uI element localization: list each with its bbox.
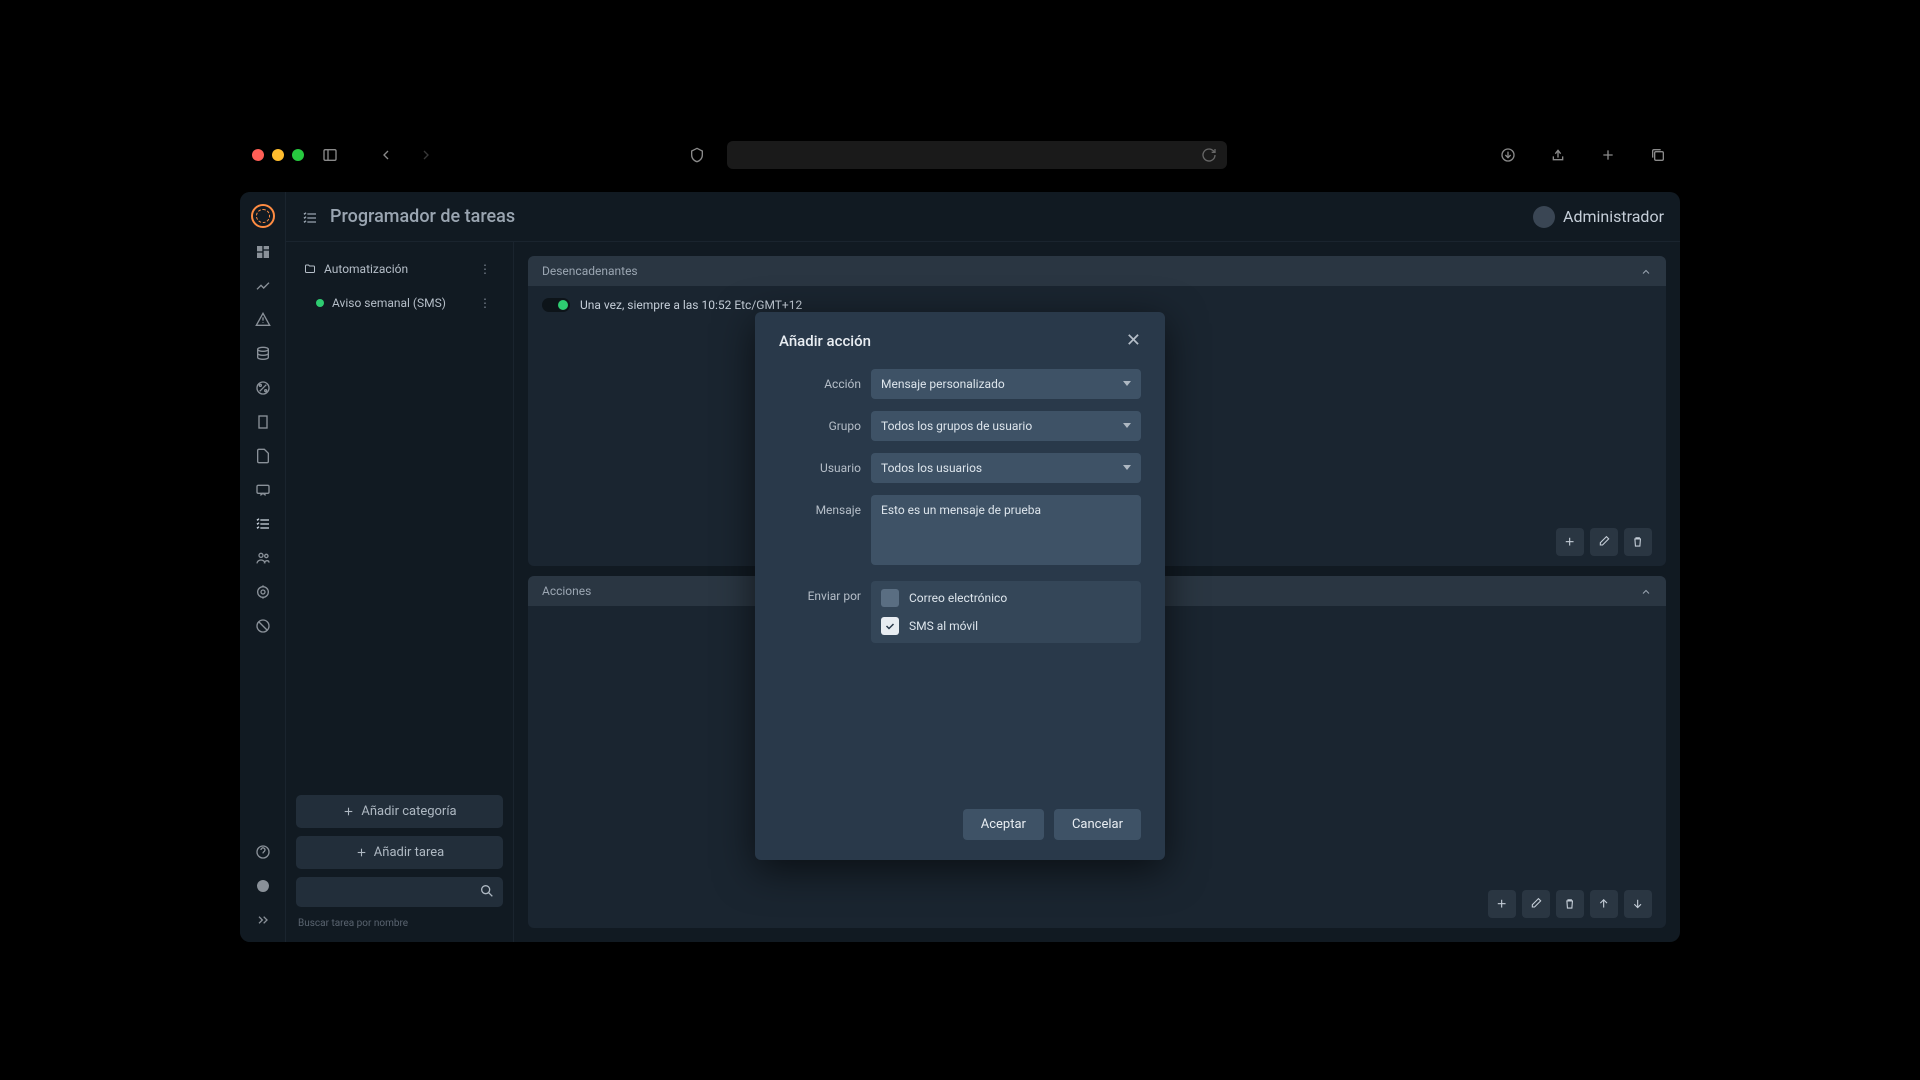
app-logo-icon[interactable] xyxy=(251,204,275,228)
sms-check-row[interactable]: SMS al móvil xyxy=(881,617,1131,635)
cancel-button[interactable]: Cancelar xyxy=(1054,809,1141,840)
usuario-select[interactable]: Todos los usuarios xyxy=(871,453,1141,483)
chevron-up-icon[interactable] xyxy=(1640,584,1652,598)
accept-button[interactable]: Aceptar xyxy=(963,809,1044,840)
info-icon[interactable] xyxy=(253,876,273,896)
trigger-label: Una vez, siempre a las 10:52 Etc/GMT+12 xyxy=(580,298,802,312)
accion-select[interactable]: Mensaje personalizado xyxy=(871,369,1141,399)
accion-label: Acción xyxy=(779,369,861,391)
new-tab-icon[interactable] xyxy=(1598,145,1618,165)
trigger-toggle[interactable] xyxy=(542,298,570,312)
task-status-dot xyxy=(316,299,324,307)
move-up-button[interactable] xyxy=(1590,890,1618,918)
chart-icon[interactable] xyxy=(253,276,273,296)
avatar-icon xyxy=(1533,206,1555,228)
share-icon[interactable] xyxy=(1548,145,1568,165)
chevron-up-icon[interactable] xyxy=(1640,264,1652,278)
message-icon[interactable] xyxy=(253,480,273,500)
category-row[interactable]: Automatización ⋮ xyxy=(296,252,503,286)
shield-icon[interactable] xyxy=(687,145,707,165)
plus-icon xyxy=(355,846,368,859)
user-menu[interactable]: Administrador xyxy=(1533,206,1664,228)
browser-titlebar xyxy=(232,130,1688,180)
page-title: Programador de tareas xyxy=(330,206,515,227)
url-bar[interactable] xyxy=(727,141,1227,169)
add-task-button[interactable]: Añadir tarea xyxy=(296,836,503,869)
search-hint: Buscar tarea por nombre xyxy=(296,915,503,932)
users-icon[interactable] xyxy=(253,548,273,568)
email-checkbox[interactable] xyxy=(881,589,899,607)
sidebar-toggle-icon[interactable] xyxy=(320,145,340,165)
help-icon[interactable] xyxy=(253,842,273,862)
back-icon[interactable] xyxy=(376,145,396,165)
delete-action-button[interactable] xyxy=(1556,890,1584,918)
usuario-label: Usuario xyxy=(779,453,861,475)
expand-rail-icon[interactable] xyxy=(253,910,273,930)
maximize-window-icon[interactable] xyxy=(292,149,304,161)
enviar-label: Enviar por xyxy=(779,581,861,603)
task-row[interactable]: Aviso semanal (SMS) ⋮ xyxy=(296,286,503,320)
percent-icon[interactable] xyxy=(253,378,273,398)
grupo-label: Grupo xyxy=(779,411,861,433)
minimize-window-icon[interactable] xyxy=(272,149,284,161)
mensaje-textarea[interactable] xyxy=(871,495,1141,565)
folder-icon xyxy=(304,263,316,275)
blocked-icon[interactable] xyxy=(253,616,273,636)
close-modal-icon[interactable]: ✕ xyxy=(1126,330,1141,351)
task-search[interactable] xyxy=(296,877,503,907)
task-menu-icon[interactable]: ⋮ xyxy=(475,292,495,314)
add-action-modal: Añadir acción ✕ Acción Mensaje personali… xyxy=(755,312,1165,860)
dashboard-icon[interactable] xyxy=(253,242,273,262)
alert-icon[interactable] xyxy=(253,310,273,330)
tasks-header-icon xyxy=(302,207,318,226)
database-icon[interactable] xyxy=(253,344,273,364)
task-panel: Automatización ⋮ Aviso semanal (SMS) ⋮ A… xyxy=(286,242,514,942)
file-icon[interactable] xyxy=(253,446,273,466)
icon-rail xyxy=(240,192,286,942)
email-check-row[interactable]: Correo electrónico xyxy=(881,589,1131,607)
plus-icon xyxy=(342,805,355,818)
task-label: Aviso semanal (SMS) xyxy=(332,296,446,310)
move-down-button[interactable] xyxy=(1624,890,1652,918)
sms-checkbox[interactable] xyxy=(881,617,899,635)
mensaje-label: Mensaje xyxy=(779,495,861,517)
grupo-select[interactable]: Todos los grupos de usuario xyxy=(871,411,1141,441)
category-label: Automatización xyxy=(324,262,408,276)
reload-icon[interactable] xyxy=(1201,147,1217,163)
tasks-icon[interactable] xyxy=(253,514,273,534)
edit-action-button[interactable] xyxy=(1522,890,1550,918)
download-icon[interactable] xyxy=(1498,145,1518,165)
add-action-button[interactable] xyxy=(1488,890,1516,918)
close-window-icon[interactable] xyxy=(252,149,264,161)
add-category-button[interactable]: Añadir categoría xyxy=(296,795,503,828)
window-controls[interactable] xyxy=(252,149,304,161)
modal-title: Añadir acción xyxy=(779,332,871,350)
page-header: Programador de tareas Administrador xyxy=(286,192,1680,242)
building-icon[interactable] xyxy=(253,412,273,432)
target-icon[interactable] xyxy=(253,582,273,602)
search-icon xyxy=(479,883,495,899)
add-trigger-button[interactable] xyxy=(1556,528,1584,556)
triggers-header[interactable]: Desencadenantes xyxy=(528,256,1666,286)
delete-trigger-button[interactable] xyxy=(1624,528,1652,556)
category-menu-icon[interactable]: ⋮ xyxy=(475,258,495,280)
app-window: Programador de tareas Administrador Auto… xyxy=(240,192,1680,942)
user-name: Administrador xyxy=(1563,207,1664,226)
task-search-input[interactable] xyxy=(296,877,503,907)
forward-icon xyxy=(416,145,436,165)
tabs-icon[interactable] xyxy=(1648,145,1668,165)
edit-trigger-button[interactable] xyxy=(1590,528,1618,556)
